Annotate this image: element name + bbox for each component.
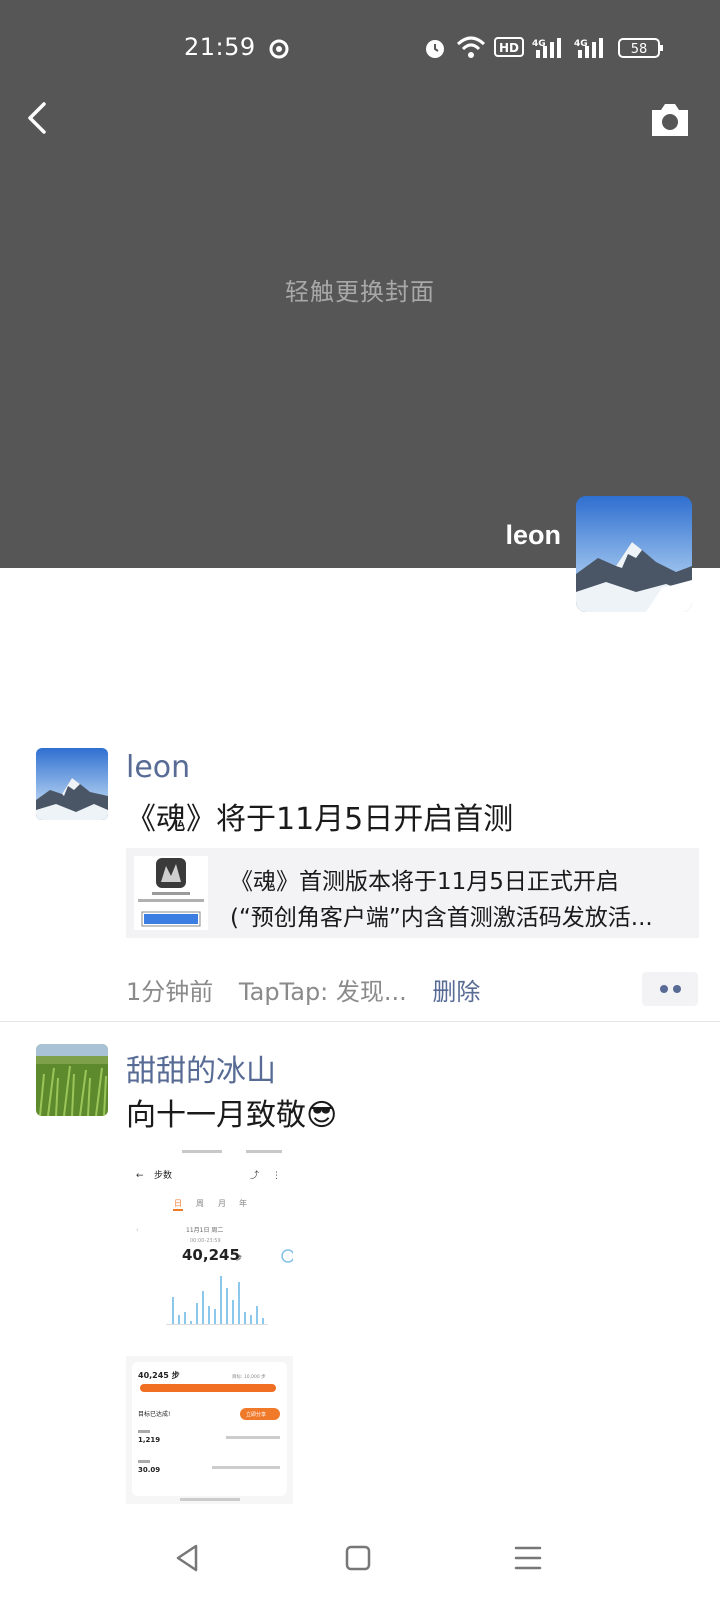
svg-text:40,245 步: 40,245 步 [138,1370,180,1380]
svg-text:00:00-23:59: 00:00-23:59 [190,1238,221,1244]
share-subtitle: (“预创角客户端”内含首测激活码发放活... [230,905,653,931]
owner-name: leon [505,520,561,550]
nav-back-icon[interactable] [168,1538,208,1578]
share-thumbnail [134,856,208,930]
step-bar [202,1291,204,1324]
post-time: 1分钟前 [126,978,214,1006]
step-bar [172,1297,174,1324]
change-cover-hint[interactable]: 轻触更换封面 [0,272,720,307]
svg-text:←: ← [136,1171,144,1181]
hd-icon: HD [494,37,524,57]
dot-icon [660,985,668,993]
step-bar [262,1318,264,1324]
step-bar [226,1288,228,1324]
delete-button[interactable]: 删除 [432,978,480,1006]
cover-area[interactable]: 21:59 HD 4G 4G 58 轻触更换封面 leon [0,0,720,568]
post-photo[interactable]: ← 步数 ⤴ ⋮ 日 周 月 年 ‹ 11月1日 周二 00:00-23:59 … [126,1144,293,1504]
svg-text:11月1日 周二: 11月1日 周二 [186,1227,223,1234]
svg-text:‹: ‹ [136,1226,139,1234]
avatar[interactable] [36,748,108,820]
svg-text:周: 周 [196,1199,204,1208]
nav-home-icon[interactable] [338,1538,378,1578]
owner-avatar[interactable] [576,496,692,612]
wifi-icon [456,36,486,58]
svg-text:月: 月 [218,1199,226,1208]
share-link-card[interactable]: 《魂》首测版本将于11月5日正式开启 (“预创角客户端”内含首测激活码发放活..… [126,848,699,938]
post-nickname[interactable]: 甜甜的冰山 [126,1046,276,1090]
step-bar [256,1306,258,1324]
step-bar [220,1276,222,1324]
nav-menu-icon[interactable] [508,1538,548,1578]
more-actions-button[interactable] [642,972,698,1006]
step-bar [190,1321,192,1324]
status-time: 21:59 [184,33,256,61]
post-text-content: 向十一月致敬 [126,1098,306,1133]
step-bar [250,1315,252,1324]
cool-emoji-icon: 😎 [306,1098,338,1133]
step-bar [178,1315,180,1324]
svg-text:⤴: ⤴ [250,1169,259,1181]
battery-icon: 58 [618,38,663,58]
svg-text:30.09: 30.09 [138,1466,160,1474]
step-bar [184,1312,186,1324]
system-nav-bar [0,1516,720,1600]
svg-text:立即分享: 立即分享 [246,1411,266,1418]
svg-text:目标: 10,000 步: 目标: 10,000 步 [232,1373,266,1380]
post-text: 《魂》将于11月5日开启首测 [126,802,514,837]
post-nickname[interactable]: leon [126,750,190,785]
svg-text:⋮: ⋮ [272,1171,281,1181]
weather-icon [269,39,289,59]
post-source[interactable]: TapTap: 发现... [239,978,407,1006]
share-title: 《魂》首测版本将于11月5日正式开启 [230,869,619,895]
step-bar [232,1300,234,1324]
svg-text:步: 步 [236,1254,242,1262]
alarm-icon [426,40,444,58]
svg-text:目标已达成!: 目标已达成! [138,1410,170,1418]
camera-icon[interactable] [648,100,692,140]
svg-text:40,245: 40,245 [182,1246,240,1264]
step-bar [244,1312,246,1324]
signal-4g-icon: 4G [574,38,603,58]
step-bar [238,1282,240,1324]
status-bar: 21:59 HD 4G 4G 58 [0,28,720,68]
step-bar [214,1309,216,1324]
step-bar [208,1306,210,1324]
post-divider [0,1021,720,1022]
dot-icon [673,985,681,993]
avatar[interactable] [36,1044,108,1116]
svg-text:1,219: 1,219 [138,1436,160,1444]
svg-text:日: 日 [174,1199,182,1208]
signal-4g-icon: 4G [532,38,561,58]
post-text: 向十一月致敬😎 [126,1090,337,1134]
svg-text:58: 58 [631,42,648,57]
step-bar [196,1303,198,1324]
back-icon[interactable] [18,96,62,140]
svg-text:年: 年 [239,1198,247,1208]
svg-text:步数: 步数 [154,1169,172,1181]
svg-text:HD: HD [499,41,519,55]
post-meta: 1分钟前 TapTap: 发现... 删除 [126,972,498,1007]
